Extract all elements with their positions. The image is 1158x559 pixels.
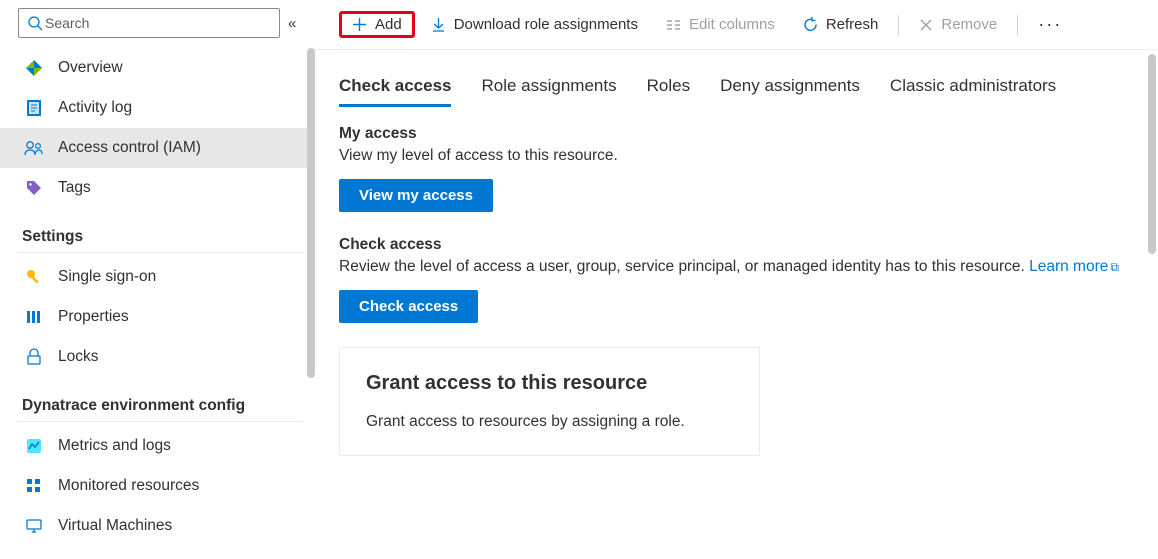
resources-icon [24, 476, 44, 496]
my-access-section: My access View my level of access to thi… [339, 125, 1132, 212]
overview-icon [24, 58, 44, 78]
collapse-sidebar-icon[interactable]: « [288, 15, 296, 32]
sidebar-item-vms[interactable]: Virtual Machines [0, 506, 315, 546]
toolbar-label: Remove [941, 16, 997, 33]
view-my-access-button[interactable]: View my access [339, 179, 493, 212]
properties-icon [24, 307, 44, 327]
search-box[interactable] [18, 8, 280, 38]
sidebar-item-tags[interactable]: Tags [0, 168, 315, 208]
tab-check-access[interactable]: Check access [339, 76, 451, 107]
columns-icon [666, 17, 681, 32]
monitor-icon [24, 516, 44, 536]
tab-roles[interactable]: Roles [647, 76, 690, 107]
people-icon [24, 138, 44, 158]
refresh-button[interactable]: Refresh [791, 12, 891, 37]
learn-more-link[interactable]: Learn more⧉ [1029, 258, 1119, 275]
toolbar-separator [898, 15, 899, 35]
toolbar-label: Add [375, 16, 402, 33]
search-input[interactable] [43, 14, 271, 32]
check-access-desc: Review the level of access a user, group… [339, 258, 1132, 276]
grant-access-card: Grant access to this resource Grant acce… [339, 347, 760, 456]
tab-bar: Check access Role assignments Roles Deny… [315, 50, 1158, 107]
tab-classic-admins[interactable]: Classic administrators [890, 76, 1056, 107]
toolbar: Add Download role assignments Edit colum… [315, 0, 1158, 50]
download-icon [431, 17, 446, 32]
download-button[interactable]: Download role assignments [419, 12, 650, 37]
sidebar-item-activity-log[interactable]: Activity log [0, 88, 315, 128]
check-access-button[interactable]: Check access [339, 290, 478, 323]
metrics-icon [24, 436, 44, 456]
sidebar-item-metrics-logs[interactable]: Metrics and logs [0, 426, 315, 466]
check-access-title: Check access [339, 236, 1132, 254]
toolbar-separator [1017, 15, 1018, 35]
toolbar-label: Edit columns [689, 16, 775, 33]
main-scrollbar[interactable] [1148, 54, 1156, 254]
sidebar-item-locks[interactable]: Locks [0, 337, 315, 377]
sidebar-item-label: Access control (IAM) [58, 139, 201, 157]
edit-columns-button: Edit columns [654, 12, 787, 37]
learn-more-label: Learn more [1029, 258, 1108, 275]
sidebar-item-label: Tags [58, 179, 91, 197]
sidebar-item-label: Properties [58, 308, 129, 326]
tab-deny-assignments[interactable]: Deny assignments [720, 76, 860, 107]
my-access-title: My access [339, 125, 1132, 143]
sidebar-scrollbar[interactable] [307, 48, 315, 378]
sidebar-item-properties[interactable]: Properties [0, 297, 315, 337]
section-header-dynatrace: Dynatrace environment config [18, 387, 303, 422]
sidebar-item-access-control[interactable]: Access control (IAM) [0, 128, 315, 168]
sidebar-item-overview[interactable]: Overview [0, 48, 315, 88]
refresh-icon [803, 17, 818, 32]
tab-role-assignments[interactable]: Role assignments [481, 76, 616, 107]
toolbar-label: Download role assignments [454, 16, 638, 33]
sidebar-item-label: Overview [58, 59, 123, 77]
sidebar-item-sso[interactable]: Single sign-on [0, 257, 315, 297]
key-icon [24, 267, 44, 287]
overflow-menu-icon[interactable]: ··· [1026, 14, 1074, 35]
lock-icon [24, 347, 44, 367]
sidebar-item-label: Monitored resources [58, 477, 199, 495]
x-icon [919, 18, 933, 32]
tag-icon [24, 178, 44, 198]
add-button[interactable]: Add [339, 11, 415, 38]
sidebar-item-monitored-resources[interactable]: Monitored resources [0, 466, 315, 506]
sidebar: « Overview Activity log Access control (… [0, 0, 315, 559]
plus-icon [352, 17, 367, 32]
main-panel: Add Download role assignments Edit colum… [315, 0, 1158, 559]
grant-access-desc: Grant access to resources by assigning a… [366, 413, 733, 431]
check-access-section: Check access Review the level of access … [339, 236, 1132, 323]
my-access-desc: View my level of access to this resource… [339, 147, 1132, 165]
content-area: My access View my level of access to thi… [315, 107, 1158, 456]
toolbar-label: Refresh [826, 16, 879, 33]
external-link-icon: ⧉ [1110, 260, 1119, 274]
remove-button: Remove [907, 12, 1009, 37]
sidebar-item-label: Metrics and logs [58, 437, 171, 455]
sidebar-item-label: Activity log [58, 99, 132, 117]
search-icon [27, 15, 43, 31]
grant-access-title: Grant access to this resource [366, 372, 733, 395]
sidebar-item-label: Locks [58, 348, 99, 366]
activity-log-icon [24, 98, 44, 118]
check-access-desc-text: Review the level of access a user, group… [339, 258, 1029, 275]
sidebar-item-label: Single sign-on [58, 268, 156, 286]
sidebar-item-label: Virtual Machines [58, 517, 172, 535]
section-header-settings: Settings [18, 218, 303, 253]
